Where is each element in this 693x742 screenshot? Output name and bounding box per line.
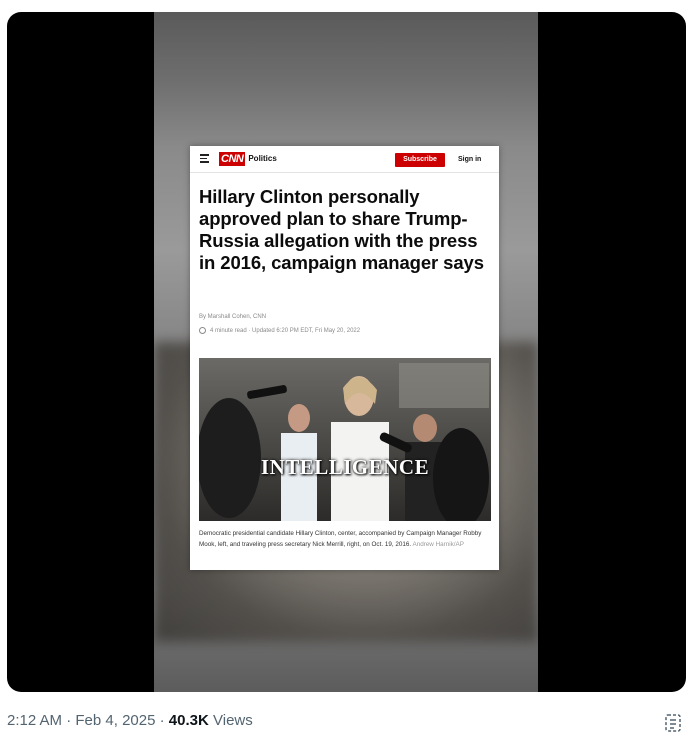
- clock-icon: [199, 327, 206, 334]
- separator-dot: ·: [159, 712, 165, 729]
- article-headline: Hillary Clinton personally approved plan…: [199, 186, 484, 273]
- article-screenshot: CNN Politics Subscribe Sign in Hillary C…: [190, 146, 499, 570]
- article-topbar: CNN Politics Subscribe Sign in: [190, 146, 499, 173]
- post-timestamp-views: 2:12 AM · Feb 4, 2025 · 40.3K Views: [7, 712, 253, 729]
- article-meta: 4 minute read · Updated 6:20 PM EDT, Fri…: [199, 327, 360, 334]
- hamburger-menu-icon: [200, 154, 209, 163]
- cnn-logo-mark: CNN: [219, 151, 246, 166]
- photo-caption: Democratic presidential candidate Hillar…: [199, 528, 491, 551]
- section-label: Politics: [248, 154, 277, 163]
- views-count: 40.3K: [168, 712, 209, 729]
- signin-link: Sign in: [458, 156, 482, 163]
- video-caption-overlay: INTELLIGENCE: [260, 455, 430, 479]
- cnn-logo: CNN Politics: [219, 151, 277, 166]
- post-date[interactable]: Feb 4, 2025: [75, 712, 155, 729]
- article-meta-text: 4 minute read · Updated 6:20 PM EDT, Fri…: [210, 327, 361, 334]
- video-player[interactable]: CNN Politics Subscribe Sign in Hillary C…: [7, 12, 686, 692]
- article-byline: By Marshall Cohen, CNN: [199, 314, 267, 320]
- photo-illustration: [199, 358, 491, 521]
- post-time[interactable]: 2:12 AM: [7, 712, 62, 729]
- subscribe-button: Subscribe: [395, 153, 445, 167]
- article-photo: INTELLIGENCE: [199, 358, 491, 521]
- analytics-icon[interactable]: [664, 713, 684, 733]
- views-label: Views: [213, 712, 253, 729]
- photo-credit: Andrew Harnik/AP: [412, 541, 464, 549]
- separator-dot: ·: [66, 712, 72, 729]
